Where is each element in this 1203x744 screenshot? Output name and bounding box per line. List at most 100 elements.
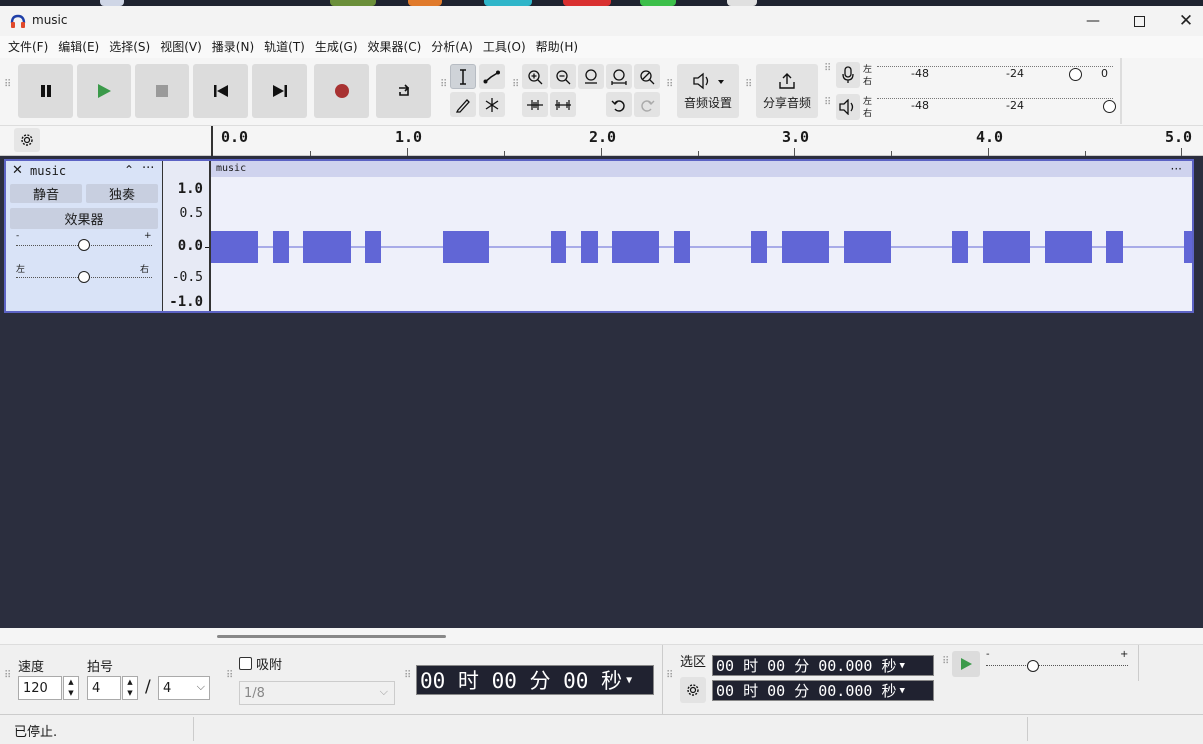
snap-to-select[interactable]: 1/8 ⌵: [239, 681, 395, 705]
record-button[interactable]: [314, 64, 369, 118]
toolbar-divider: [1120, 58, 1122, 124]
playback-speed-slider[interactable]: [986, 665, 1128, 666]
clip-title-bar[interactable]: music ···: [211, 161, 1192, 177]
playback-meter[interactable]: 左 右 -48 -24: [863, 94, 1116, 120]
maximize-button[interactable]: [1115, 6, 1163, 36]
menu-select[interactable]: 选择(S): [104, 36, 155, 58]
play-at-speed-button[interactable]: [952, 651, 980, 677]
solo-button[interactable]: 独奏: [86, 184, 158, 203]
audio-track[interactable]: ✕ music ⌃ ··· 静音 独奏 效果器 - + 左 右 1.0 0.5 …: [4, 159, 1194, 313]
redo-button[interactable]: [634, 92, 660, 117]
toolbar-grip[interactable]: ⠿: [666, 80, 673, 90]
timeline-options-button[interactable]: [14, 128, 40, 152]
pause-button[interactable]: [18, 64, 73, 118]
share-audio-button[interactable]: 分享音频: [756, 64, 818, 118]
clip-menu-icon[interactable]: ···: [1171, 161, 1182, 177]
selection-end-value: 00 时 00 分 00.000 秒: [716, 682, 897, 700]
loop-button[interactable]: [376, 64, 431, 118]
playback-level-slider-thumb[interactable]: [1103, 100, 1116, 113]
selection-label: 选区: [680, 655, 707, 670]
record-meter[interactable]: 左 右 -48 -24 0: [863, 62, 1115, 88]
silence-audio-button[interactable]: [550, 92, 576, 117]
draw-tool-button[interactable]: [450, 92, 476, 117]
menu-analyze[interactable]: 分析(A): [426, 36, 478, 58]
track-close-icon[interactable]: ✕: [12, 163, 23, 178]
status-text: 已停止.: [14, 725, 58, 740]
fit-project-button[interactable]: [606, 64, 632, 89]
skip-to-end-button[interactable]: [252, 64, 307, 118]
toolbar-grip[interactable]: ⠿: [666, 671, 673, 681]
playback-speed-thumb[interactable]: [1027, 660, 1039, 672]
time-format-dropdown-icon[interactable]: ▼: [626, 675, 632, 686]
toolbar-grip[interactable]: ⠿: [824, 64, 831, 74]
selection-start-time[interactable]: 00 时 00 分 00.000 秒 ▼: [712, 655, 934, 676]
beats-per-bar-input[interactable]: 4: [87, 676, 121, 700]
close-button[interactable]: ✕: [1162, 6, 1203, 36]
scrollbar-thumb[interactable]: [217, 635, 446, 638]
toolbar-grip[interactable]: ⠿: [942, 657, 949, 667]
menu-effect[interactable]: 效果器(C): [363, 36, 427, 58]
toolbar-grip[interactable]: ⠿: [745, 80, 752, 90]
track-menu-icon[interactable]: ···: [142, 161, 154, 176]
time-format-dropdown-icon[interactable]: ▼: [899, 686, 904, 696]
minimize-button[interactable]: —: [1069, 6, 1117, 36]
selection-tool-button[interactable]: [450, 64, 476, 89]
toolbar-grip[interactable]: ⠿: [226, 671, 233, 681]
zoom-toggle-button[interactable]: [634, 64, 660, 89]
toolbar-grip[interactable]: ⠿: [4, 80, 11, 90]
beats-spinner[interactable]: ▲ ▼: [122, 676, 138, 700]
horizontal-scrollbar[interactable]: [0, 628, 1203, 644]
selection-options-button[interactable]: [680, 677, 706, 703]
tempo-spinner[interactable]: ▲ ▼: [63, 676, 79, 700]
toolbar-grip[interactable]: ⠿: [440, 80, 447, 90]
stop-button[interactable]: [135, 64, 189, 118]
track-name[interactable]: music: [30, 164, 66, 178]
toolbar-grip[interactable]: ⠿: [512, 80, 519, 90]
envelope-tool-button[interactable]: [479, 64, 505, 89]
menu-view[interactable]: 视图(V): [155, 36, 207, 58]
trim-audio-button[interactable]: [522, 92, 548, 117]
menu-transport[interactable]: 播录(N): [207, 36, 259, 58]
menu-tracks[interactable]: 轨道(T): [259, 36, 310, 58]
beat-value: 4: [163, 680, 172, 696]
zoom-toggle-icon: [640, 69, 655, 84]
selection-end-time[interactable]: 00 时 00 分 00.000 秒 ▼: [712, 680, 934, 701]
menu-edit[interactable]: 编辑(E): [53, 36, 104, 58]
beat-value-select[interactable]: 4 ⌵: [158, 676, 210, 700]
playback-meter-button[interactable]: [836, 94, 860, 120]
multi-tool-button[interactable]: [479, 92, 505, 117]
vertical-scale[interactable]: 1.0 0.5 0.0 -0.5 -1.0: [163, 161, 211, 311]
pan-slider-thumb[interactable]: [78, 271, 90, 283]
play-button[interactable]: [77, 64, 131, 118]
fit-project-icon: [611, 68, 627, 85]
tempo-input[interactable]: 120: [18, 676, 62, 700]
waveform: [211, 231, 1192, 263]
toolbar-grip[interactable]: ⠿: [4, 671, 11, 681]
ruler-label: 0.0: [221, 128, 249, 146]
menu-tools[interactable]: 工具(O): [478, 36, 531, 58]
skip-to-start-button[interactable]: [193, 64, 248, 118]
waveform-clip[interactable]: music ···: [211, 161, 1192, 311]
timeline-ruler[interactable]: 0.0 1.0 2.0 3.0 4.0 5.0: [211, 126, 1203, 156]
track-area[interactable]: ✕ music ⌃ ··· 静音 独奏 效果器 - + 左 右 1.0 0.5 …: [0, 156, 1203, 628]
menu-file[interactable]: 文件(F): [3, 36, 53, 58]
toolbar-grip[interactable]: ⠿: [404, 671, 411, 681]
time-format-dropdown-icon[interactable]: ▼: [899, 661, 904, 671]
time-display[interactable]: 00 时 00 分 00 秒 ▼: [416, 665, 654, 695]
menu-help[interactable]: 帮助(H): [531, 36, 583, 58]
zoom-out-button[interactable]: [550, 64, 576, 89]
audio-setup-button[interactable]: 音频设置: [677, 64, 739, 118]
mute-button[interactable]: 静音: [10, 184, 82, 203]
record-level-slider-thumb[interactable]: [1069, 68, 1082, 81]
toolbar-grip[interactable]: ⠿: [824, 98, 831, 108]
speaker-icon: [839, 99, 854, 115]
zoom-in-button[interactable]: [522, 64, 548, 89]
collapse-icon[interactable]: ⌃: [124, 163, 134, 177]
undo-button[interactable]: [606, 92, 632, 117]
menu-generate[interactable]: 生成(G): [310, 36, 363, 58]
effects-button[interactable]: 效果器: [10, 208, 158, 229]
snap-checkbox[interactable]: [239, 657, 252, 670]
record-meter-button[interactable]: [836, 62, 860, 88]
fit-selection-button[interactable]: [578, 64, 604, 89]
gain-slider-thumb[interactable]: [78, 239, 90, 251]
